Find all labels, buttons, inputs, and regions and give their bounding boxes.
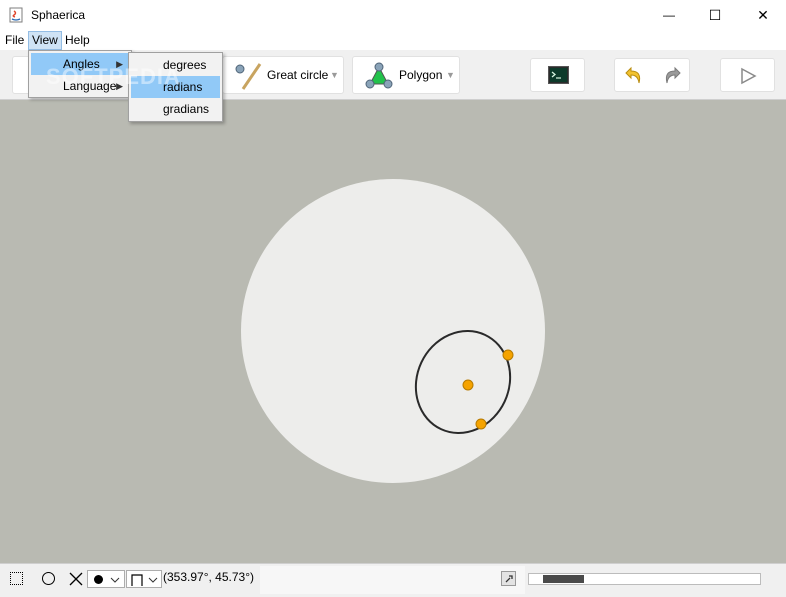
maximize-button[interactable]: ☐	[692, 0, 738, 30]
chevron-right-icon: ▶	[116, 81, 123, 91]
angles-submenu: degrees radians gradians	[128, 52, 223, 122]
progress-fill	[543, 575, 584, 583]
menu-item-gradians[interactable]: gradians	[131, 98, 220, 120]
cross-tool-icon[interactable]	[69, 572, 83, 586]
great-circle-label: Great circle	[267, 68, 329, 82]
menu-item-language[interactable]: Language ▶	[31, 75, 129, 97]
polygon-label: Polygon	[399, 68, 443, 82]
window-title: Sphaerica	[31, 8, 86, 22]
menu-item-degrees[interactable]: degrees	[131, 54, 220, 76]
menu-help[interactable]: Help	[62, 31, 93, 50]
wrench-icon	[505, 575, 513, 583]
minimize-button[interactable]: —	[646, 0, 692, 30]
terminal-icon	[548, 66, 569, 84]
play-icon	[741, 67, 757, 85]
chevron-down-icon	[110, 577, 120, 583]
great-circle-icon	[235, 63, 262, 90]
undo-icon[interactable]	[623, 65, 645, 87]
circle-tool-icon[interactable]	[42, 572, 55, 585]
close-icon: ✕	[757, 6, 769, 23]
filled-dot-icon	[94, 575, 103, 584]
tool-settings-button[interactable]	[501, 571, 516, 586]
menu-item-angles[interactable]: Angles ▶	[31, 53, 129, 75]
close-button[interactable]: ✕	[740, 0, 786, 30]
progress-bar	[528, 573, 761, 585]
circle-point[interactable]	[475, 418, 487, 430]
point-style-select[interactable]	[87, 570, 125, 588]
menu-item-radians[interactable]: radians	[131, 76, 220, 98]
sphere[interactable]	[241, 179, 545, 483]
minimize-icon: —	[663, 8, 675, 22]
circle-center-point[interactable]	[462, 379, 474, 391]
menu-item-language-label: Language	[63, 79, 117, 93]
polygon-icon	[365, 62, 393, 89]
maximize-icon: ☐	[708, 6, 722, 23]
status-message-area	[260, 566, 525, 594]
menu-file[interactable]: File	[2, 31, 27, 50]
sphere-drawing	[241, 179, 545, 483]
play-button[interactable]	[720, 58, 775, 92]
menu-bar	[0, 30, 786, 50]
select-tool-icon[interactable]	[10, 572, 23, 585]
chevron-down-icon: ▼	[330, 70, 339, 80]
chevron-down-icon: ▼	[446, 70, 455, 80]
view-menu: Angles ▶ Language ▶	[28, 50, 132, 98]
line-style-icon	[131, 574, 143, 586]
great-circle-tool[interactable]: Great circle ▼	[222, 56, 344, 94]
redo-icon[interactable]	[661, 65, 683, 87]
coordinate-readout: (353.97°, 45.73°)	[163, 570, 254, 584]
undo-redo-group	[614, 58, 690, 92]
chevron-down-icon	[148, 577, 158, 583]
line-style-select[interactable]	[126, 570, 162, 588]
circle-point[interactable]	[502, 349, 514, 361]
console-button[interactable]	[530, 58, 585, 92]
polygon-tool[interactable]: Polygon ▼	[352, 56, 460, 94]
chevron-right-icon: ▶	[116, 59, 123, 69]
menu-view[interactable]: View	[28, 31, 62, 50]
java-app-icon	[9, 7, 23, 23]
menu-item-angles-label: Angles	[63, 57, 100, 71]
